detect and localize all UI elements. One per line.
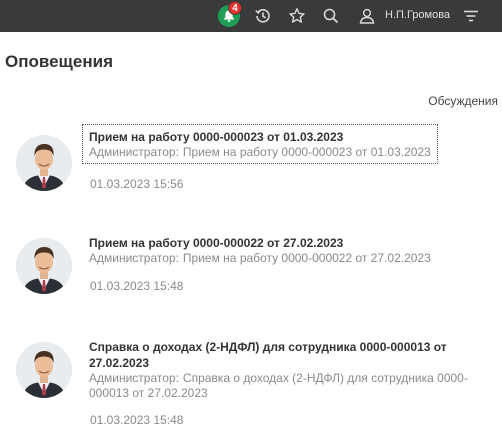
page-title: Оповещения (5, 52, 113, 71)
notification-message[interactable]: Прием на работу 0000-000023 от 01.03.202… (82, 124, 438, 164)
notification-title[interactable]: Справка о доходах (2-НДФЛ) для сотрудник… (89, 339, 485, 371)
notification-body: Администратор: Справка о доходах (2-НДФЛ)… (89, 371, 485, 401)
user-button[interactable] (355, 4, 379, 28)
avatar (16, 342, 72, 398)
main-menu-button[interactable] (459, 4, 483, 28)
notification-author: Администратор: (89, 251, 179, 265)
notification-time: 01.03.2023 15:48 (90, 413, 184, 427)
history-icon (255, 9, 270, 23)
favorites-button[interactable] (285, 4, 309, 28)
search-button[interactable] (319, 4, 343, 28)
notification-text: Прием на работу 0000-000022 от 27.02.202… (182, 251, 431, 265)
user-icon (359, 8, 375, 24)
notification-message[interactable]: Прием на работу 0000-000022 от 27.02.202… (82, 230, 438, 270)
notification-count-badge: 4 (228, 1, 242, 15)
notification-body: Администратор: Прием на работу 0000-00002… (89, 145, 431, 160)
menu-icon (464, 10, 478, 22)
current-user-name[interactable]: Н.П.Громова (385, 9, 450, 21)
notification-time: 01.03.2023 15:48 (90, 279, 184, 293)
history-button[interactable] (251, 4, 275, 28)
discussions-link[interactable]: Обсуждения (428, 94, 498, 108)
search-icon (323, 8, 339, 24)
notification-title[interactable]: Прием на работу 0000-000022 от 27.02.202… (89, 235, 431, 251)
star-icon (289, 8, 305, 23)
avatar (16, 238, 72, 294)
notification-author: Администратор: (89, 371, 179, 385)
notification-body: Администратор: Прием на работу 0000-00002… (89, 251, 431, 266)
notification-message[interactable]: Справка о доходах (2-НДФЛ) для сотрудник… (82, 334, 492, 405)
notification-text: Прием на работу 0000-000023 от 01.03.202… (182, 145, 431, 159)
notification-author: Администратор: (89, 145, 179, 159)
notification-title[interactable]: Прием на работу 0000-000023 от 01.03.202… (89, 129, 431, 145)
notification-time: 01.03.2023 15:56 (90, 177, 184, 191)
top-toolbar: 4 Н.П.Громова (0, 0, 502, 32)
avatar (16, 135, 72, 191)
